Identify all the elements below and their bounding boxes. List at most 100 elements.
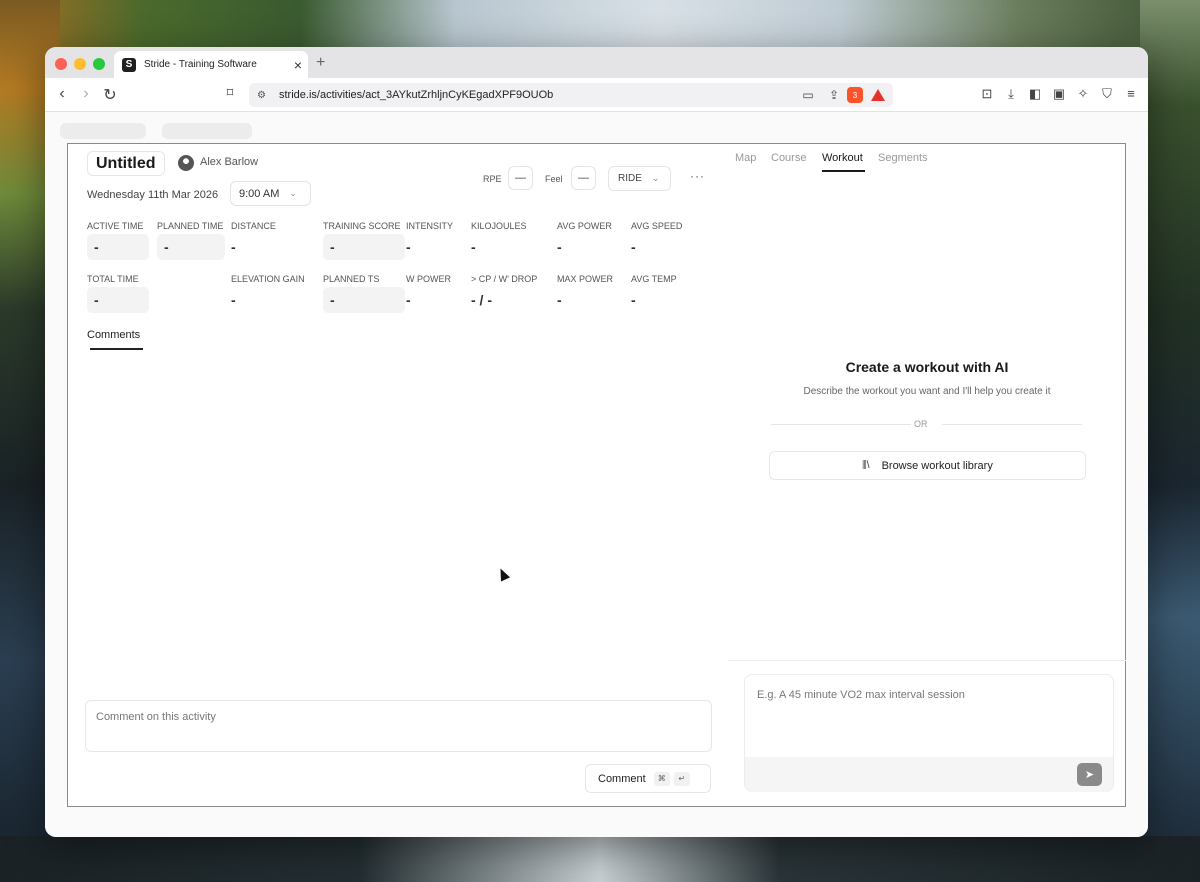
site-settings-icon[interactable]: ⚙ [257, 90, 271, 101]
metric-label-elevation-gain: ELEVATION GAIN [231, 274, 305, 284]
address-bar[interactable]: ⚙ stride.is/activities/act_3AYkutZrhljnC… [249, 83, 893, 107]
minimize-window-button[interactable] [74, 58, 86, 70]
tab-course[interactable]: Course [771, 152, 806, 164]
forward-icon[interactable]: › [77, 85, 95, 103]
time-value: 9:00 AM [239, 187, 280, 200]
wallet-icon[interactable]: ▣ [1050, 86, 1068, 102]
desktop-wallpaper-bottom [0, 836, 1200, 882]
background-nav-placeholder [60, 123, 146, 139]
menu-icon[interactable]: ≡ [1122, 86, 1140, 102]
avatar [178, 155, 194, 171]
metric-label-avg-speed: AVG SPEED [631, 221, 683, 231]
author-name: Alex Barlow [200, 156, 259, 168]
metric-value-avg-temp: - [631, 292, 636, 308]
background-nav-placeholder [162, 123, 252, 139]
metric-label-intensity: INTENSITY [406, 221, 454, 231]
leo-ai-icon[interactable]: ✧ [1074, 86, 1092, 102]
metric-value-elevation-gain: - [231, 292, 236, 308]
metric-value-training-score[interactable]: - [330, 239, 335, 255]
metric-label-planned-time: PLANNED TIME [157, 221, 224, 231]
feel-label: Feel [545, 174, 563, 184]
time-select[interactable]: 9:00 AM ⌄ [230, 181, 311, 206]
divider [942, 424, 1082, 425]
metric-input-bg [323, 234, 405, 260]
metric-value-w-power: - [406, 292, 411, 308]
ai-chat-box[interactable]: E.g. A 45 minute VO2 max interval sessio… [744, 674, 1114, 792]
metric-value-planned-ts[interactable]: - [330, 292, 335, 308]
ai-chat-input[interactable]: E.g. A 45 minute VO2 max interval sessio… [757, 689, 965, 701]
desktop-wallpaper-top [0, 0, 1200, 48]
metric-value-active-time[interactable]: - [94, 239, 99, 255]
downloads-icon[interactable]: ⤓ [1002, 86, 1020, 102]
tab-title: Stride - Training Software [144, 59, 257, 70]
tab-segments[interactable]: Segments [878, 152, 928, 164]
metric-label-cp-w-drop: > CP / W' DROP [471, 274, 538, 284]
share-icon[interactable]: ⇪ [821, 88, 847, 102]
metric-value-total-time[interactable]: - [94, 292, 99, 308]
metric-value-kilojoules: - [471, 239, 476, 255]
screenshot-icon[interactable]: ⊡ [978, 86, 996, 102]
close-tab-icon[interactable]: × [288, 57, 308, 73]
metric-label-kilojoules: KILOJOULES [471, 221, 527, 231]
page-content: Untitled Alex Barlow Wednesday 11th Mar … [45, 112, 1148, 837]
activity-date[interactable]: Wednesday 11th Mar 2026 [87, 189, 218, 201]
metric-value-avg-power: - [557, 239, 562, 255]
comment-input[interactable]: Comment on this activity [85, 700, 712, 752]
divider [728, 660, 1126, 661]
cast-icon[interactable]: ▭ [795, 88, 821, 102]
maximize-window-button[interactable] [93, 58, 105, 70]
sport-select[interactable]: RIDE ⌄ [608, 166, 671, 191]
sidebar-icon[interactable]: ◧ [1026, 86, 1044, 102]
tab-comments[interactable]: Comments [87, 329, 140, 341]
tab-workout[interactable]: Workout [822, 152, 863, 164]
ai-workout-title: Create a workout with AI [845, 359, 1009, 375]
metric-label-training-score: TRAINING SCORE [323, 221, 401, 231]
metric-value-planned-time[interactable]: - [164, 239, 169, 255]
metric-value-cp-w-drop: - / - [471, 292, 492, 308]
bookmark-icon[interactable]: ⌑ [221, 85, 239, 101]
activity-title[interactable]: Untitled [87, 151, 165, 176]
metric-value-max-power: - [557, 292, 562, 308]
divider [771, 424, 911, 425]
tab-workout-underline [822, 170, 865, 172]
browser-tab-active[interactable]: S Stride - Training Software × [114, 51, 308, 78]
metric-label-active-time: ACTIVE TIME [87, 221, 144, 231]
metric-label-planned-ts: PLANNED TS [323, 274, 380, 284]
rpe-select[interactable]: — [508, 166, 533, 190]
brave-shields-icon[interactable]: 3 [847, 87, 863, 103]
tab-bar: S Stride - Training Software × + [45, 47, 1148, 78]
comment-button-label: Comment [598, 772, 646, 785]
stride-favicon-icon: S [122, 57, 136, 72]
mouse-cursor-icon [495, 566, 511, 582]
or-label: OR [914, 419, 928, 429]
url-text[interactable]: stride.is/activities/act_3AYkutZrhljnCyK… [279, 89, 795, 101]
toolbar-right-icons: ⊡ ⤓ ◧ ▣ ✧ ⛉ ≡ [978, 86, 1140, 102]
reload-icon[interactable]: ↻ [101, 85, 119, 105]
browse-workout-library-button[interactable]: ⫼\ Browse workout library [769, 451, 1086, 480]
send-icon[interactable]: ➤ [1077, 763, 1102, 786]
metric-value-intensity: - [406, 239, 411, 255]
desktop-wallpaper-right [1140, 0, 1200, 882]
metric-value-avg-speed: - [631, 239, 636, 255]
feel-select[interactable]: — [571, 166, 596, 190]
close-window-button[interactable] [55, 58, 67, 70]
brave-rewards-icon[interactable] [871, 89, 885, 101]
metric-label-avg-power: AVG POWER [557, 221, 612, 231]
browser-toolbar: ‹ › ↻ ⌑ ⚙ stride.is/activities/act_3AYku… [45, 78, 1148, 112]
comment-button[interactable]: Comment ⌘ ↵ [585, 764, 711, 793]
library-icon: ⫼\ [862, 460, 870, 471]
enter-key-icon: ↵ [673, 771, 690, 786]
metric-input-bg [323, 287, 405, 313]
more-options-icon[interactable]: ··· [690, 169, 705, 183]
vpn-icon[interactable]: ⛉ [1098, 86, 1116, 102]
metric-label-w-power: W POWER [406, 274, 451, 284]
metric-label-avg-temp: AVG TEMP [631, 274, 677, 284]
browse-workout-library-label: Browse workout library [881, 459, 993, 472]
back-icon[interactable]: ‹ [53, 85, 71, 103]
chevron-down-icon: ⌄ [651, 173, 660, 183]
metric-label-max-power: MAX POWER [557, 274, 614, 284]
tab-map[interactable]: Map [735, 152, 756, 164]
new-tab-button[interactable]: + [316, 54, 325, 72]
tab-comments-underline [90, 348, 143, 350]
activity-modal: Untitled Alex Barlow Wednesday 11th Mar … [67, 143, 1126, 807]
